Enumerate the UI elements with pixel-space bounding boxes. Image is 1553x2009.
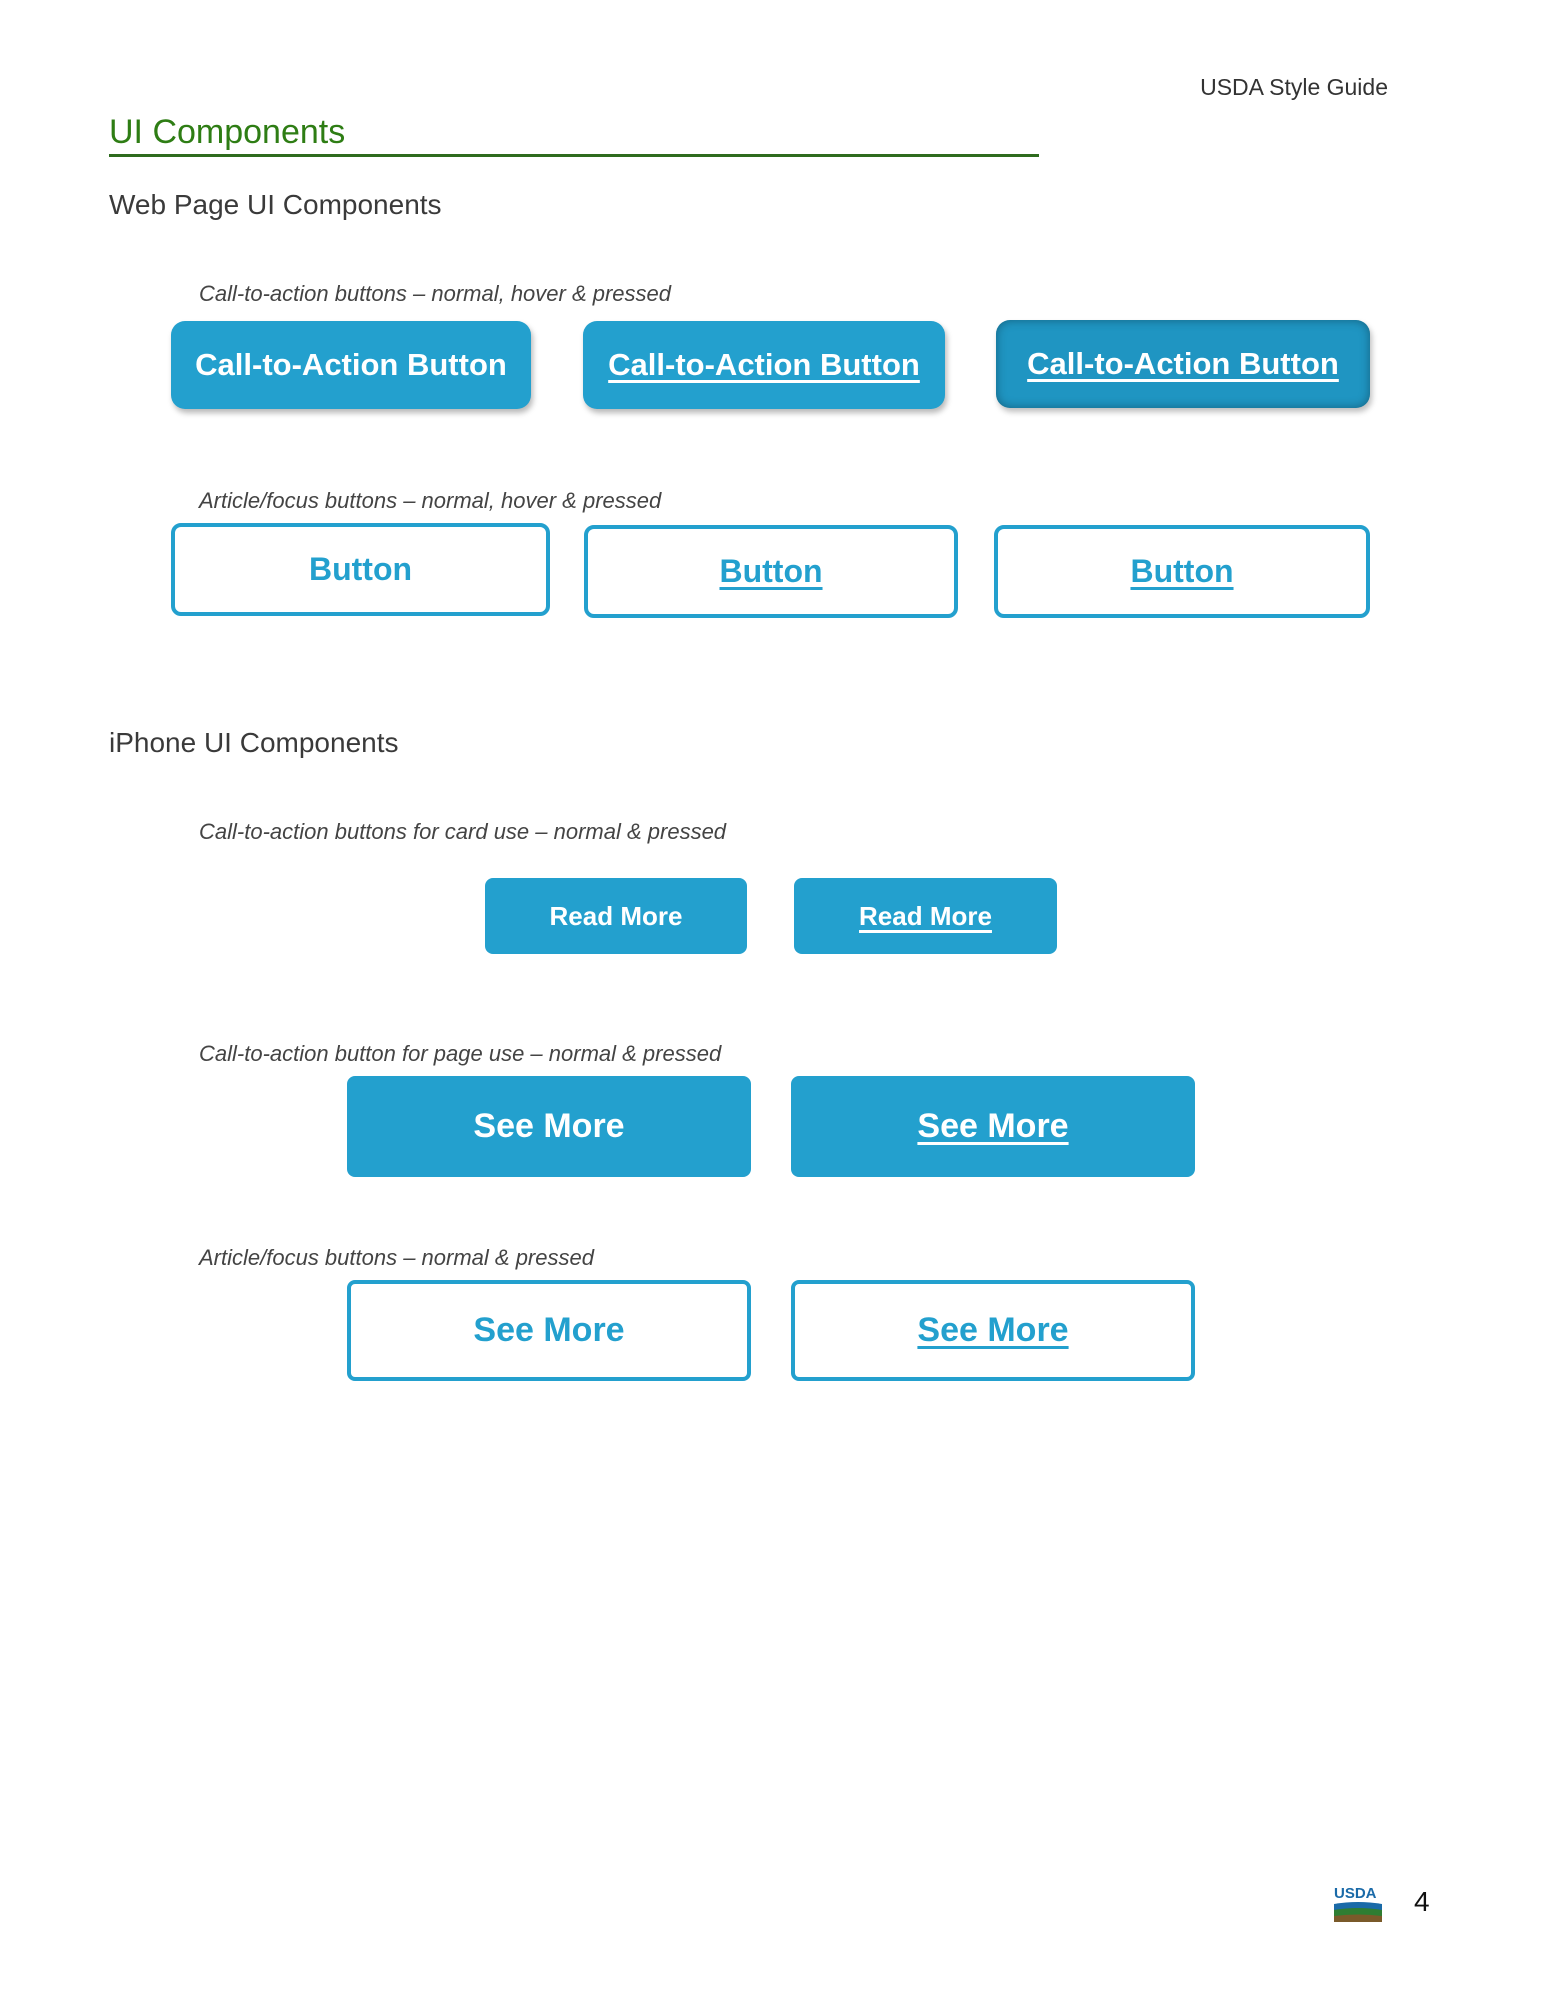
see-more-filled-pressed[interactable]: See More bbox=[791, 1076, 1195, 1177]
article-button-pressed[interactable]: Button bbox=[994, 525, 1370, 618]
cta-button-normal-label: Call-to-Action Button bbox=[195, 347, 507, 382]
see-more-outline-normal-label: See More bbox=[473, 1311, 625, 1349]
usda-logo: USDA bbox=[1334, 1884, 1382, 1922]
article-button-hover-label: Button bbox=[719, 553, 823, 589]
web-section-heading: Web Page UI Components bbox=[109, 189, 442, 220]
see-more-outline-pressed[interactable]: See More bbox=[791, 1280, 1195, 1381]
title-divider bbox=[109, 154, 1039, 157]
iphone-page-caption: Call-to-action button for page use – nor… bbox=[199, 1041, 722, 1066]
cta-button-pressed-label: Call-to-Action Button bbox=[1027, 346, 1339, 381]
iphone-article-caption: Article/focus buttons – normal & pressed bbox=[199, 1245, 594, 1270]
see-more-outline-normal[interactable]: See More bbox=[347, 1280, 751, 1381]
cta-button-pressed[interactable]: Call-to-Action Button bbox=[996, 320, 1370, 408]
see-more-filled-normal-label: See More bbox=[473, 1107, 625, 1145]
cta-button-hover[interactable]: Call-to-Action Button bbox=[583, 321, 945, 409]
article-button-pressed-label: Button bbox=[1130, 553, 1234, 589]
read-more-pressed-label: Read More bbox=[859, 900, 992, 931]
article-button-normal[interactable]: Button bbox=[171, 523, 550, 616]
web-article-caption: Article/focus buttons – normal, hover & … bbox=[199, 488, 662, 513]
cta-button-normal[interactable]: Call-to-Action Button bbox=[171, 321, 531, 409]
iphone-section-heading: iPhone UI Components bbox=[109, 727, 399, 758]
cta-button-hover-label: Call-to-Action Button bbox=[608, 347, 920, 382]
article-button-hover[interactable]: Button bbox=[584, 525, 958, 618]
web-cta-caption: Call-to-action buttons – normal, hover &… bbox=[199, 281, 672, 306]
read-more-normal-label: Read More bbox=[549, 900, 683, 931]
usda-logo-text: USDA bbox=[1334, 1885, 1377, 1902]
see-more-filled-normal[interactable]: See More bbox=[347, 1076, 751, 1177]
read-more-button-pressed[interactable]: Read More bbox=[794, 878, 1057, 954]
page-number: 4 bbox=[1414, 1886, 1430, 1917]
see-more-outline-pressed-label: See More bbox=[917, 1311, 1069, 1349]
document-header-title: USDA Style Guide bbox=[1200, 74, 1388, 100]
page-title: UI Components bbox=[109, 113, 346, 151]
iphone-card-caption: Call-to-action buttons for card use – no… bbox=[199, 819, 727, 844]
see-more-filled-pressed-label: See More bbox=[917, 1107, 1069, 1145]
article-button-normal-label: Button bbox=[308, 551, 413, 587]
read-more-button-normal[interactable]: Read More bbox=[485, 878, 747, 954]
usda-logo-mark: USDA bbox=[1334, 1885, 1382, 1922]
